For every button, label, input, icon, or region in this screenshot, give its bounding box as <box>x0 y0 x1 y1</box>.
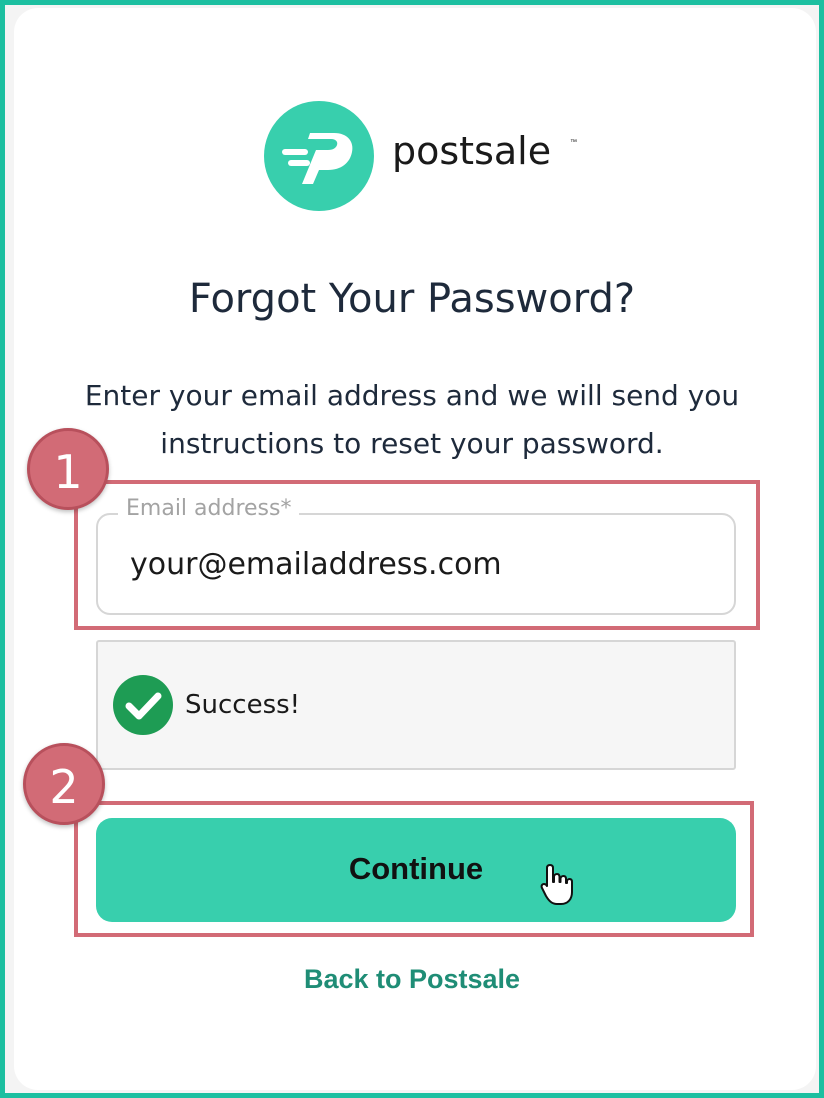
continue-button[interactable]: Continue <box>96 818 736 922</box>
success-text: Success! <box>185 690 301 720</box>
brand-trademark: ™ <box>570 139 577 146</box>
postsale-logo-icon <box>264 101 374 211</box>
pointer-cursor-icon <box>540 864 573 905</box>
step-1-badge: 1 <box>27 428 109 510</box>
brand-logo: postsale ™ <box>264 101 584 211</box>
continue-button-label: Continue <box>348 851 484 886</box>
instructions-text: Enter your email address and we will sen… <box>84 379 740 460</box>
brand-name: postsale <box>392 129 552 173</box>
back-to-postsale-link[interactable]: Back to Postsale <box>0 964 824 995</box>
email-field-label: Email address* <box>118 496 300 521</box>
check-circle-icon <box>113 675 173 735</box>
page-title: Forgot Your Password? <box>188 276 636 322</box>
email-field-value[interactable]: your@emailaddress.com <box>130 547 502 582</box>
step-2-badge: 2 <box>23 743 105 825</box>
